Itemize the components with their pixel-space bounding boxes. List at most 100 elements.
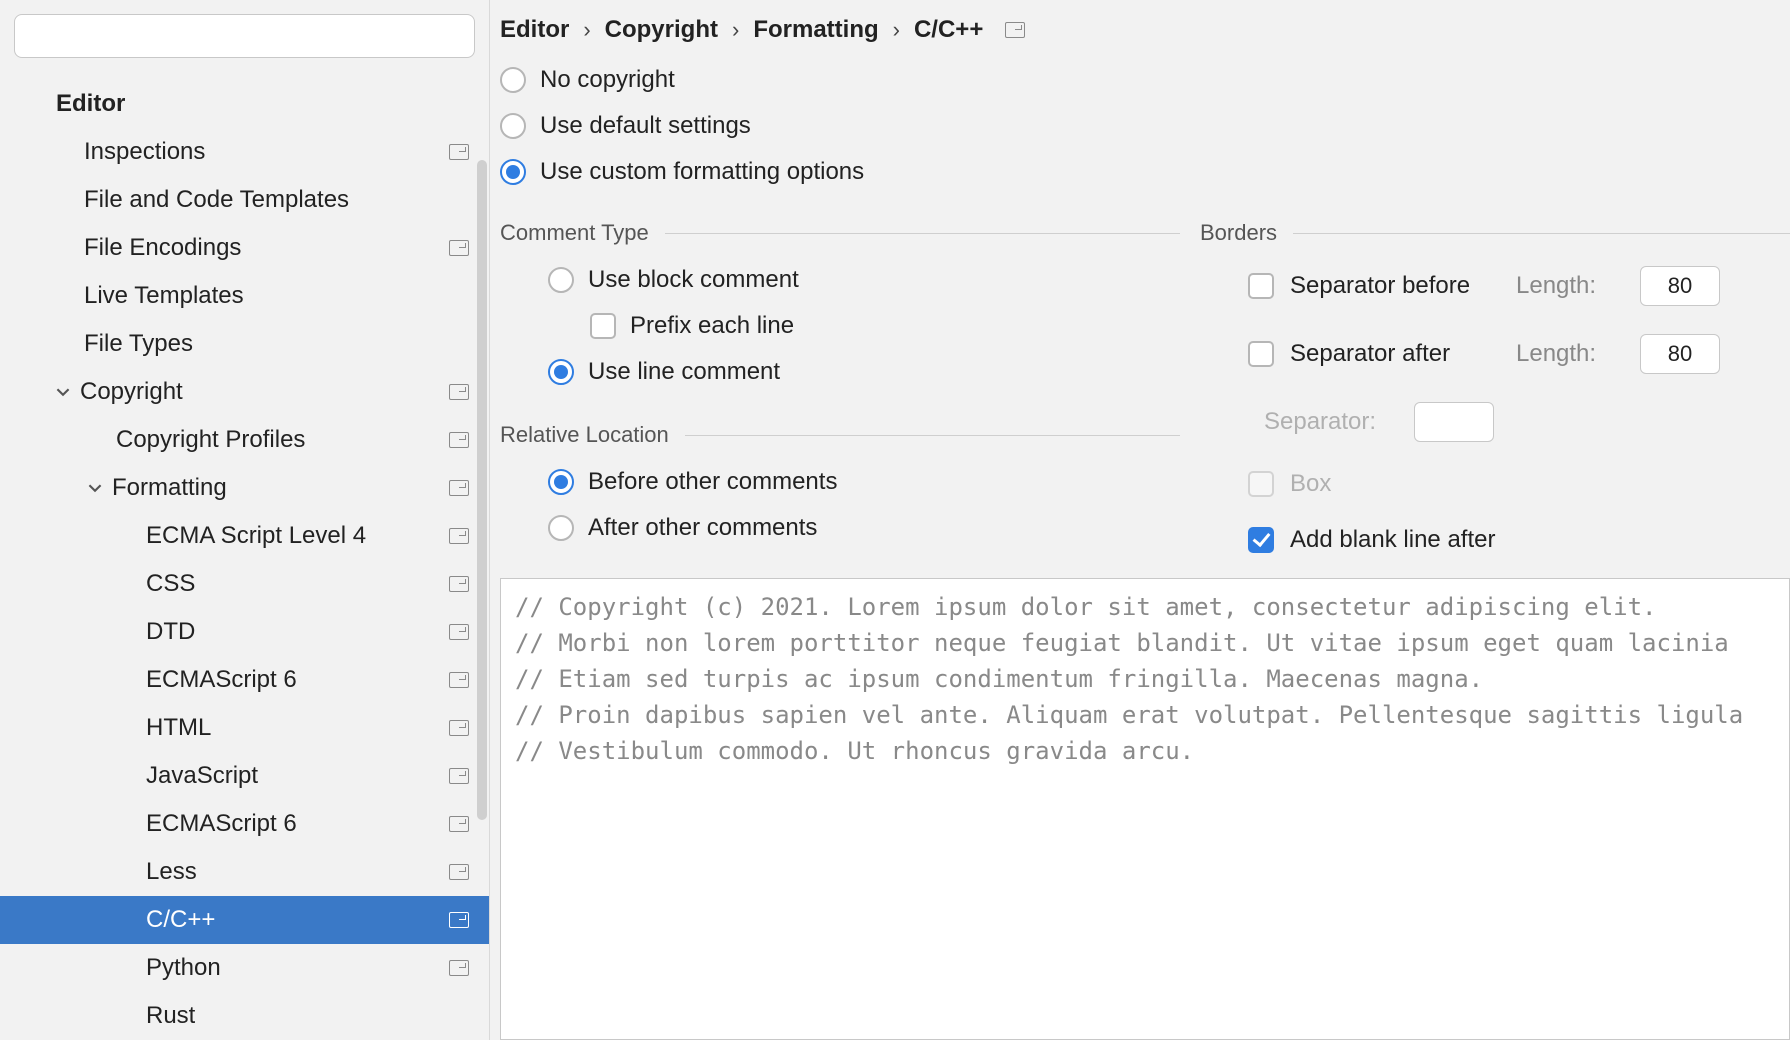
length-before-input[interactable] xyxy=(1640,266,1720,306)
tree-label: Copyright xyxy=(80,378,183,406)
radio-icon xyxy=(548,469,574,495)
checkbox-icon xyxy=(590,313,616,339)
breadcrumb-sep-icon: › xyxy=(893,17,900,43)
group-title-label: Borders xyxy=(1200,220,1277,246)
tree-item[interactable]: ECMAScript 6 xyxy=(0,800,489,848)
scope-badge-icon xyxy=(449,720,469,736)
tree-label: File Types xyxy=(84,330,193,358)
tree-label: ECMA Script Level 4 xyxy=(146,522,366,550)
tree-label: Copyright Profiles xyxy=(116,426,305,454)
radio-no-copyright[interactable]: No copyright xyxy=(500,66,1790,94)
length-after-input[interactable] xyxy=(1640,334,1720,374)
check-box[interactable] xyxy=(1248,471,1274,497)
settings-tree: Editor InspectionsFile and Code Template… xyxy=(0,68,489,1040)
separator-char-input[interactable] xyxy=(1414,402,1494,442)
mode-radio-group: No copyright Use default settings Use cu… xyxy=(490,66,1790,186)
radio-label: After other comments xyxy=(588,514,817,542)
check-blank-line-after[interactable] xyxy=(1248,527,1274,553)
tree-label: Rust xyxy=(146,1002,195,1030)
tree-label: Formatting xyxy=(112,474,227,502)
breadcrumb: Editor › Copyright › Formatting › C/C++ xyxy=(490,10,1790,66)
tree-label: DTD xyxy=(146,618,195,646)
scope-badge-icon xyxy=(449,528,469,544)
search-wrap xyxy=(0,0,489,68)
radio-after-other-comments[interactable]: After other comments xyxy=(548,514,1180,542)
radio-label: Before other comments xyxy=(588,468,837,496)
radio-use-custom[interactable]: Use custom formatting options xyxy=(500,158,1790,186)
tree-label: Live Templates xyxy=(84,282,244,310)
sidebar-scrollbar[interactable] xyxy=(477,160,487,820)
tree-label: ECMAScript 6 xyxy=(146,666,297,694)
checkbox-label: Add blank line after xyxy=(1290,526,1495,554)
group-borders: Borders xyxy=(1200,220,1790,246)
tree-section-editor[interactable]: Editor xyxy=(0,80,489,128)
tree-item[interactable]: Inspections xyxy=(0,128,489,176)
tree-item[interactable]: Copyright Profiles xyxy=(0,416,489,464)
scope-badge-icon xyxy=(449,816,469,832)
tree-item[interactable]: File Types xyxy=(0,320,489,368)
radio-before-other-comments[interactable]: Before other comments xyxy=(548,468,1180,496)
tree-item[interactable]: Formatting xyxy=(0,464,489,512)
scope-badge-icon xyxy=(449,432,469,448)
tree-item[interactable]: Rust xyxy=(0,992,489,1040)
tree-item[interactable]: Python xyxy=(0,944,489,992)
main-panel: Editor › Copyright › Formatting › C/C++ … xyxy=(490,0,1790,1040)
separator-label: Separator: xyxy=(1248,408,1398,436)
scope-badge-icon xyxy=(449,672,469,688)
tree-item[interactable]: Live Templates xyxy=(0,272,489,320)
scope-badge-icon[interactable] xyxy=(1005,22,1025,38)
breadcrumb-item[interactable]: Formatting xyxy=(753,16,878,44)
right-column: Borders Separator before Length: Separat… xyxy=(1200,220,1790,554)
scope-badge-icon xyxy=(449,960,469,976)
radio-line-comment[interactable]: Use line comment xyxy=(548,358,1180,386)
checkbox-label: Prefix each line xyxy=(630,312,794,340)
left-column: Comment Type Use block comment Prefix ea… xyxy=(500,220,1180,554)
tree-label: C/C++ xyxy=(146,906,215,934)
radio-label: No copyright xyxy=(540,66,675,94)
checkbox-label: Separator before xyxy=(1290,272,1500,300)
tree-item[interactable]: ECMAScript 6 xyxy=(0,656,489,704)
scope-badge-icon xyxy=(449,864,469,880)
tree-item[interactable]: File and Code Templates xyxy=(0,176,489,224)
radio-use-default[interactable]: Use default settings xyxy=(500,112,1790,140)
divider xyxy=(685,435,1180,436)
copyright-preview: // Copyright (c) 2021. Lorem ipsum dolor… xyxy=(500,578,1790,1040)
divider xyxy=(665,233,1180,234)
group-relative-location: Relative Location xyxy=(500,422,1180,448)
scope-badge-icon xyxy=(449,576,469,592)
tree-item[interactable]: File Encodings xyxy=(0,224,489,272)
breadcrumb-sep-icon: › xyxy=(732,17,739,43)
tree-label: JavaScript xyxy=(146,762,258,790)
radio-label: Use line comment xyxy=(588,358,780,386)
check-separator-before[interactable] xyxy=(1248,273,1274,299)
tree-item[interactable]: Less xyxy=(0,848,489,896)
tree-item[interactable]: JavaScript xyxy=(0,752,489,800)
options-columns: Comment Type Use block comment Prefix ea… xyxy=(490,186,1790,554)
tree-label: CSS xyxy=(146,570,195,598)
search-input[interactable] xyxy=(14,14,475,58)
radio-label: Use block comment xyxy=(588,266,799,294)
radio-icon xyxy=(548,267,574,293)
chevron-down-icon xyxy=(54,383,72,401)
tree-item[interactable]: C/C++ xyxy=(0,896,489,944)
tree-item[interactable]: HTML xyxy=(0,704,489,752)
tree-item[interactable]: DTD xyxy=(0,608,489,656)
radio-block-comment[interactable]: Use block comment xyxy=(548,266,1180,294)
tree-label: ECMAScript 6 xyxy=(146,810,297,838)
tree-item[interactable]: CSS xyxy=(0,560,489,608)
scope-badge-icon xyxy=(449,144,469,160)
scope-badge-icon xyxy=(449,240,469,256)
checkbox-label: Box xyxy=(1290,470,1331,498)
check-prefix-each-line[interactable]: Prefix each line xyxy=(548,312,1180,340)
checkbox-label: Separator after xyxy=(1290,340,1500,368)
breadcrumb-item[interactable]: Editor xyxy=(500,16,569,44)
breadcrumb-item[interactable]: C/C++ xyxy=(914,16,983,44)
breadcrumb-item[interactable]: Copyright xyxy=(605,16,718,44)
radio-icon xyxy=(548,515,574,541)
radio-label: Use default settings xyxy=(540,112,751,140)
check-separator-after[interactable] xyxy=(1248,341,1274,367)
radio-icon xyxy=(500,159,526,185)
tree-item[interactable]: Copyright xyxy=(0,368,489,416)
tree-item[interactable]: ECMA Script Level 4 xyxy=(0,512,489,560)
tree-label: Less xyxy=(146,858,197,886)
